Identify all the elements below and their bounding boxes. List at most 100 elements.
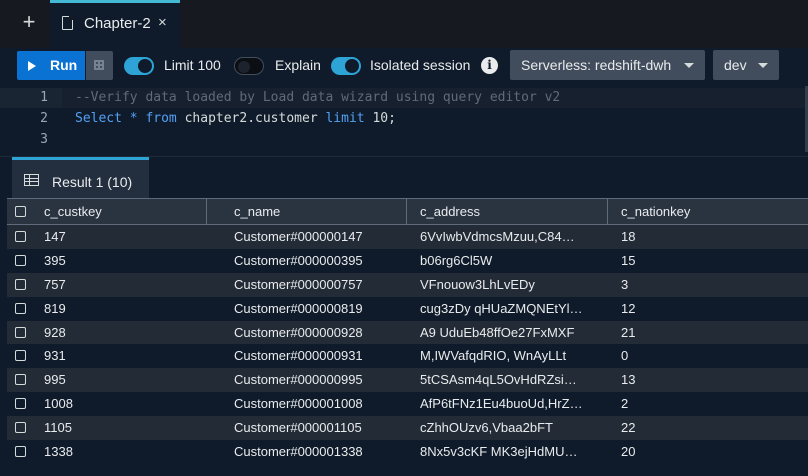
table-cell-c-address: M,IWVafqdRIO, WnAyLLt — [420, 348, 567, 364]
table-cell-c-nationkey: 18 — [621, 229, 636, 244]
limit-toggle[interactable] — [124, 57, 154, 75]
row-checkbox[interactable] — [15, 374, 26, 386]
table-cell-c-name: Customer#000001105 — [234, 420, 362, 436]
column-resizer[interactable] — [206, 199, 207, 224]
file-icon — [62, 16, 73, 30]
table-row[interactable]: 931 Customer#000000931 M,IWVafqdRIO, WnAyL… — [7, 344, 808, 369]
table-cell-c-name: Customer#000001338 — [234, 444, 363, 460]
line-number: 1 — [40, 90, 48, 105]
table-icon — [24, 174, 39, 186]
isolated-session-label: Isolated session — [370, 57, 471, 73]
table-row[interactable]: 819 Customer#000000819 cug3zDy qHUaZMQNEtY… — [7, 296, 808, 321]
table-cell-c-name: Customer#000000395 — [234, 252, 363, 268]
table-cell-c-nationkey: 20 — [621, 444, 636, 460]
table-cell-c-address: AfP6tFNz1Eu4buoUd,HrZ… — [420, 396, 583, 412]
table-cell-c-nationkey: 3 — [621, 276, 629, 292]
results-table: c_custkey c_name c_address c_nationkey 1… — [7, 198, 808, 464]
keyword-select: Select — [75, 111, 122, 126]
column-resizer[interactable] — [607, 199, 608, 224]
row-checkbox[interactable] — [15, 326, 26, 338]
connection-select[interactable]: Serverless: redshift-dwh — [510, 50, 705, 80]
result-tab-label: Result 1 (10) — [52, 174, 133, 190]
table-cell-c-name: Customer#000000995 — [234, 372, 363, 388]
row-checkbox[interactable] — [15, 254, 26, 266]
table-row[interactable]: 1338 Customer#000001338 8Nx5v3cKF MK3ejHdM… — [7, 440, 808, 464]
tab-bar: + Chapter-2 × — [0, 0, 808, 48]
table-cell-c-nationkey: 22 — [621, 420, 636, 436]
chevron-down-icon — [684, 63, 694, 68]
row-checkbox[interactable] — [15, 231, 26, 242]
table-cell-c-nationkey: 13 — [621, 372, 636, 388]
table-cell-c-custkey: 757 — [44, 276, 66, 292]
database-select[interactable]: dev — [713, 50, 779, 80]
close-icon[interactable]: × — [158, 14, 167, 31]
table-cell-c-address: A9 UduEb48ffOe27FxMXF — [420, 324, 575, 340]
table-cell-c-name: Customer#000000928 — [234, 324, 363, 340]
table-cell-c-address: cug3zDy qHUaZMQNEtYl… — [420, 300, 583, 316]
table-cell-c-nationkey: 12 — [621, 300, 636, 316]
table-cell-c-custkey: 395 — [44, 252, 66, 268]
table-cell-c-custkey: 995 — [44, 372, 66, 388]
explain-label: Explain — [275, 57, 321, 73]
table-row[interactable]: 928 Customer#000000928 A9 UduEb48ffOe27FxM… — [7, 320, 808, 345]
table-cell-c-name: Customer#000000757 — [234, 276, 363, 292]
column-header[interactable]: c_name — [234, 199, 410, 224]
table-name: chapter2.customer — [184, 111, 318, 126]
table-cell-c-custkey: 931 — [44, 348, 66, 364]
table-row[interactable]: 1105 Customer#000001105 cZhhOUzv6,Vbaa2bFT… — [7, 416, 808, 441]
column-header[interactable]: c_nationkey — [621, 199, 801, 224]
row-checkbox[interactable] — [15, 278, 26, 290]
row-checkbox[interactable] — [15, 422, 26, 434]
database-value: dev — [724, 57, 747, 73]
plus-icon[interactable]: + — [20, 11, 38, 33]
column-header[interactable]: c_custkey — [44, 199, 204, 224]
table-cell-c-name: Customer#000000931 — [234, 348, 363, 364]
table-cell-c-address: b06rg6Cl5W — [420, 252, 493, 268]
results-tab-bar: Result 1 (10) — [0, 156, 808, 199]
table-cell-c-custkey: 928 — [44, 324, 66, 340]
table-cell-c-nationkey: 15 — [621, 252, 636, 268]
result-tab[interactable]: Result 1 (10) — [12, 157, 149, 199]
limit-value: 10; — [372, 111, 396, 126]
table-cell-c-nationkey: 0 — [621, 348, 629, 364]
table-cell-c-custkey: 1105 — [44, 420, 72, 436]
connection-value: Serverless: redshift-dwh — [521, 57, 672, 73]
row-checkbox[interactable] — [15, 446, 26, 458]
tab-chapter-2[interactable]: Chapter-2 × — [50, 0, 180, 48]
table-cell-c-name: Customer#000001008 — [234, 396, 363, 412]
table-cell-c-address: 5tCSAsm4qL5OvHdRZsi… — [420, 372, 577, 388]
table-header: c_custkey c_name c_address c_nationkey — [7, 198, 808, 225]
isolated-session-toggle[interactable] — [331, 57, 361, 75]
row-checkbox[interactable] — [15, 302, 26, 314]
limit-label: Limit 100 — [164, 57, 221, 73]
line-number: 3 — [40, 132, 48, 147]
table-row[interactable]: 995 Customer#000000995 5tCSAsm4qL5OvHdRZsi… — [7, 368, 808, 393]
keyword-limit: limit — [325, 111, 365, 126]
table-cell-c-custkey: 1338 — [44, 444, 73, 460]
table-cell-c-name: Customer#000000819 — [234, 300, 363, 316]
table-cell-c-nationkey: 21 — [621, 324, 636, 340]
run-options-button[interactable] — [86, 51, 113, 80]
table-cell-c-address: 6VvIwbVdmcsMzuu,C84… — [420, 229, 575, 244]
table-cell-c-custkey: 147 — [44, 229, 66, 244]
table-row[interactable]: 147 Customer#000000147 6VvIwbVdmcsMzuu,C84… — [7, 225, 808, 249]
explain-toggle[interactable] — [234, 57, 264, 75]
table-cell-c-address: 8Nx5v3cKF MK3ejHdMU… — [420, 444, 578, 460]
row-checkbox[interactable] — [15, 398, 26, 410]
row-checkbox[interactable] — [15, 350, 26, 362]
table-row[interactable]: 395 Customer#000000395 b06rg6Cl5W 15 — [7, 248, 808, 273]
play-icon — [28, 61, 36, 71]
select-all-checkbox[interactable] — [15, 206, 26, 217]
info-icon[interactable]: i — [481, 57, 498, 74]
column-header[interactable]: c_address — [420, 199, 604, 224]
table-cell-c-nationkey: 2 — [621, 396, 629, 412]
keyword-star: * — [129, 111, 138, 126]
table-cell-c-custkey: 819 — [44, 300, 66, 316]
column-resizer[interactable] — [406, 199, 407, 224]
table-row[interactable]: 757 Customer#000000757 VFnouow3LhLvEDy 3 — [7, 272, 808, 297]
run-button[interactable]: Run — [17, 51, 85, 80]
tab-label: Chapter-2 — [84, 15, 151, 32]
sql-editor[interactable]: 1 2 3 --Verify data loaded by Load data … — [0, 86, 808, 152]
table-row[interactable]: 1008 Customer#000001008 AfP6tFNz1Eu4buoUd,… — [7, 392, 808, 417]
chevron-down-icon — [758, 63, 768, 68]
